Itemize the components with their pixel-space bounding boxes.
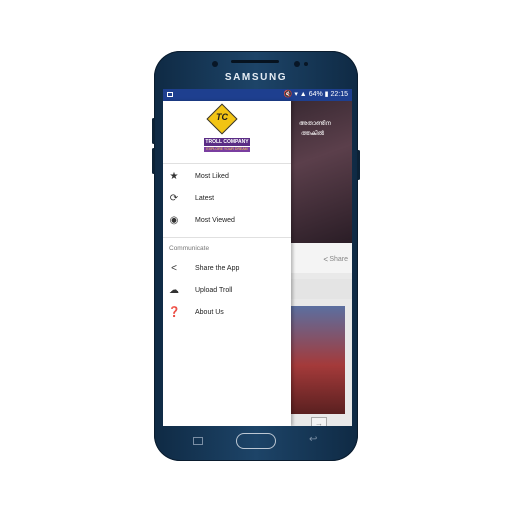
- menu-item-label: Upload Troll: [195, 287, 233, 294]
- post-text-line2: ത്തകിൽ: [301, 131, 325, 137]
- post-actions: < Share: [291, 243, 352, 273]
- device-brand: SAMSUNG: [224, 72, 288, 83]
- feed-separator: [291, 279, 352, 299]
- logo-tagline: EXPLORE YOUR DREAM: [204, 147, 250, 152]
- next-arrow-icon[interactable]: →: [311, 417, 327, 426]
- volume-down-button[interactable]: [152, 148, 155, 174]
- front-camera: [294, 61, 300, 67]
- back-button[interactable]: ↩: [309, 435, 317, 445]
- menu-item-label: Most Viewed: [195, 217, 235, 224]
- menu-item-label: Latest: [195, 195, 215, 202]
- share-button[interactable]: Share: [329, 256, 348, 263]
- battery-level: 64%: [308, 91, 323, 98]
- battery-icon: ▮: [324, 91, 329, 98]
- menu-item-about-us[interactable]: ❓ About Us: [163, 303, 291, 325]
- logo-mark: TC: [216, 112, 228, 122]
- refresh-icon: ⟳: [169, 193, 179, 204]
- troll-post-image-2[interactable]: [291, 306, 345, 414]
- menu-item-label: About Us: [195, 309, 224, 316]
- menu-item-most-viewed[interactable]: ◉ Most Viewed: [163, 211, 291, 233]
- navigation-drawer: TC TROLL COMPANY EXPLORE YOUR DREAM ★ Mo…: [163, 101, 291, 426]
- recent-apps-button[interactable]: [193, 437, 203, 445]
- drawer-header: TC TROLL COMPANY EXPLORE YOUR DREAM: [163, 101, 291, 163]
- front-sensor: [212, 61, 218, 67]
- star-icon: ★: [169, 171, 179, 182]
- clock: 22:15: [330, 91, 348, 98]
- power-button[interactable]: [357, 150, 360, 180]
- wifi-icon: ▾: [294, 91, 298, 98]
- divider: [163, 237, 291, 238]
- proximity-sensor: [304, 62, 308, 66]
- share-icon: <: [171, 263, 177, 274]
- status-bar: 🔇 ▾ ▲ 64% ▮ 22:15: [163, 89, 352, 101]
- logo-name: TROLL COMPANY: [204, 138, 250, 146]
- menu-item-share-app[interactable]: < Share the App: [163, 259, 291, 281]
- signal-icon: ▲: [299, 91, 307, 98]
- speaker-grille: [231, 60, 279, 63]
- divider: [163, 163, 291, 164]
- volume-up-button[interactable]: [152, 118, 155, 144]
- menu-item-latest[interactable]: ⟳ Latest: [163, 189, 291, 211]
- gallery-notification-icon: [167, 92, 173, 97]
- menu-item-upload-troll[interactable]: ☁ Upload Troll: [163, 281, 291, 303]
- menu-item-most-liked[interactable]: ★ Most Liked: [163, 167, 291, 189]
- cloud-upload-icon: ☁: [169, 285, 179, 296]
- home-button[interactable]: [236, 433, 276, 449]
- section-title-communicate: Communicate: [169, 245, 210, 252]
- menu-item-label: Most Liked: [195, 173, 229, 180]
- share-icon[interactable]: <: [323, 255, 328, 264]
- feed: അതാണ്ടിന ത്തകിൽ < Share →: [291, 101, 352, 426]
- troll-post-image[interactable]: അതാണ്ടിന ത്തകിൽ: [291, 101, 352, 243]
- mute-icon: 🔇: [283, 91, 293, 98]
- menu-item-label: Share the App: [195, 265, 240, 272]
- eye-icon: ◉: [169, 215, 179, 226]
- post-text-line1: അതാണ്ടിന: [299, 121, 331, 127]
- screen: 🔇 ▾ ▲ 64% ▮ 22:15 അതാണ്ടിന ത്തകിൽ < Shar…: [163, 89, 352, 426]
- help-icon: ❓: [168, 307, 181, 318]
